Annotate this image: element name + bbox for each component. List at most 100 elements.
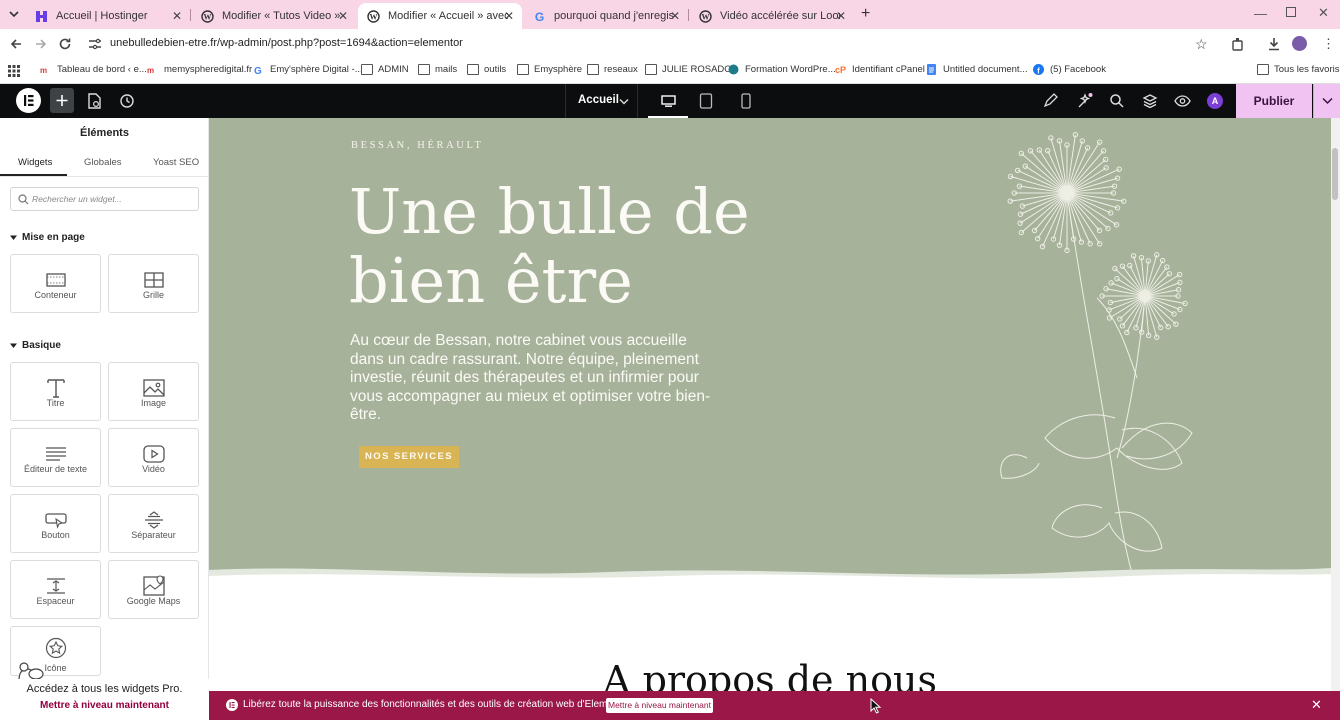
dandelion-illustration [1000, 131, 1193, 574]
close-banner-icon[interactable]: ✕ [1311, 697, 1322, 713]
widget-google-maps[interactable]: Google Maps [108, 560, 199, 619]
apps-grid-icon[interactable] [8, 65, 20, 77]
pro-upgrade-link[interactable]: Mettre à niveau maintenant [0, 700, 209, 711]
widget-divider[interactable]: Séparateur [108, 494, 199, 553]
maximize-icon[interactable] [1286, 7, 1296, 17]
services-button[interactable]: NOS SERVICES [359, 446, 459, 468]
chevron-down-icon [1322, 97, 1333, 105]
section-layout-header[interactable]: Mise en page [10, 232, 85, 243]
tab-hostinger[interactable]: Accueil | Hostinger ✕ [26, 3, 190, 29]
desktop-icon [661, 95, 676, 107]
section-basic-header[interactable]: Basique [10, 340, 61, 351]
notes-icon[interactable] [1042, 93, 1058, 109]
tab-title: Modifier « Accueil » avec Eleme [388, 10, 508, 22]
bookmark-item[interactable]: Formation WordPre... [728, 64, 836, 75]
tab-search-icon[interactable] [6, 7, 22, 21]
widget-heading[interactable]: Titre [10, 362, 101, 421]
google-icon: G [253, 64, 265, 75]
bookmark-folder[interactable]: reseaux [587, 64, 638, 75]
tablet-view-button[interactable] [699, 93, 713, 109]
all-bookmarks[interactable]: Tous les favoris [1257, 64, 1339, 75]
download-icon[interactable] [1267, 37, 1281, 51]
desktop-view-button[interactable] [648, 84, 688, 118]
widget-container[interactable]: Conteneur [10, 254, 101, 313]
bookmark-folder[interactable]: outils [467, 64, 506, 75]
browser-tab-bar: Accueil | Hostinger ✕ W Modifier « Tutos… [0, 0, 1340, 29]
bookmark-item[interactable]: m Tableau de bord ‹ e... [40, 64, 147, 75]
close-window-icon[interactable]: ✕ [1318, 5, 1329, 21]
svg-text:cP: cP [835, 65, 846, 75]
add-element-button[interactable] [50, 88, 74, 113]
close-tab-icon[interactable]: ✕ [504, 9, 514, 23]
widget-image[interactable]: Image [108, 362, 199, 421]
tab-widgets[interactable]: Widgets [18, 157, 52, 168]
publish-button[interactable]: Publier [1236, 84, 1312, 118]
tab-yoast-seo[interactable]: Yoast SEO [153, 157, 199, 168]
site-settings-icon[interactable] [88, 38, 102, 50]
preview-eye-icon[interactable] [1174, 94, 1191, 108]
bookmark-folder[interactable]: ADMIN [361, 64, 409, 75]
ai-assistant-icon[interactable] [1076, 92, 1094, 110]
tab-accueil-active[interactable]: W Modifier « Accueil » avec Eleme ✕ [358, 3, 522, 29]
button-icon [44, 513, 67, 529]
svg-text:m: m [147, 66, 154, 75]
close-tab-icon[interactable]: ✕ [836, 9, 846, 23]
search-icon[interactable] [1109, 93, 1125, 109]
svg-text:m: m [40, 66, 47, 75]
widget-search-input[interactable]: Rechercher un widget... [10, 187, 199, 211]
bookmark-item[interactable]: cP Identifiant cPanel [835, 64, 925, 75]
url-text[interactable]: unebulledebien-etre.fr/wp-admin/post.php… [110, 37, 463, 49]
browser-menu-icon[interactable]: ⋮ [1322, 36, 1335, 52]
tab-loom[interactable]: W Vidéo accélérée sur Loom ✕ [690, 3, 854, 29]
layers-icon[interactable] [1142, 93, 1158, 109]
elementor-logo[interactable] [16, 88, 41, 113]
bookmark-item[interactable]: G Emy'sphère Digital -... [253, 64, 363, 75]
close-tab-icon[interactable]: ✕ [338, 9, 348, 23]
tab-globales[interactable]: Globales [84, 157, 122, 168]
close-tab-icon[interactable]: ✕ [172, 9, 182, 23]
widget-spacer[interactable]: Espaceur [10, 560, 101, 619]
canvas-scrollbar[interactable] [1331, 118, 1340, 720]
bookmark-folder[interactable]: JULIE ROSADO [645, 64, 732, 75]
bookmark-item[interactable]: f (5) Facebook [1033, 64, 1106, 75]
minimize-icon[interactable]: — [1254, 6, 1267, 21]
folder-icon [1257, 64, 1269, 75]
publish-options-button[interactable] [1313, 84, 1340, 118]
tab-title: Accueil | Hostinger [56, 10, 148, 22]
bookmark-star-icon[interactable]: ☆ [1195, 36, 1208, 53]
new-tab-icon[interactable]: + [861, 5, 870, 23]
hero-section[interactable]: BESSAN, HÉRAULT Une bulle de bien être A… [209, 118, 1331, 580]
tab-title: pourquoi quand j'enregistre un [554, 10, 674, 22]
bookmark-folder[interactable]: Emysphère [517, 64, 582, 75]
history-icon[interactable] [118, 92, 136, 110]
close-tab-icon[interactable]: ✕ [670, 9, 680, 23]
pro-promo-text: Accédez à tous les widgets Pro. [26, 683, 183, 695]
map-icon [142, 575, 165, 596]
svg-text:G: G [254, 66, 262, 75]
profile-avatar[interactable] [1292, 36, 1307, 51]
banner-upgrade-button[interactable]: Mettre à niveau maintenant [606, 698, 713, 713]
tab-google-search[interactable]: G pourquoi quand j'enregistre un ✕ [524, 3, 688, 29]
widget-video[interactable]: Vidéo [108, 428, 199, 487]
bookmark-item[interactable]: m memyspheredigital.fr [147, 64, 252, 75]
tab-tutos-video[interactable]: W Modifier « Tutos Video » avec E ✕ [192, 3, 356, 29]
mobile-view-button[interactable] [740, 93, 752, 109]
back-icon[interactable] [9, 37, 23, 51]
svg-text:G: G [534, 10, 543, 23]
widget-button[interactable]: Bouton [10, 494, 101, 553]
user-avatar[interactable]: A [1207, 93, 1223, 109]
reload-icon[interactable] [58, 37, 72, 51]
hero-wave-divider [209, 568, 1331, 590]
pro-promo-box: Accédez à tous les widgets Pro. Mettre à… [0, 679, 209, 720]
forward-icon[interactable] [34, 37, 48, 51]
image-icon [142, 379, 165, 397]
bookmark-item[interactable]: Untitled document... [926, 64, 1028, 75]
widget-text-editor[interactable]: Éditeur de texte [10, 428, 101, 487]
bookmark-folder[interactable]: mails [418, 64, 457, 75]
page-structure-icon[interactable] [86, 92, 104, 110]
scrollbar-thumb[interactable] [1332, 148, 1338, 200]
page-selector[interactable]: Accueil [565, 84, 638, 118]
widget-grid[interactable]: Grille [108, 254, 199, 313]
bookmarks-bar: m Tableau de bord ‹ e... m memyspheredigit… [0, 59, 1340, 84]
extensions-icon[interactable] [1231, 37, 1245, 51]
